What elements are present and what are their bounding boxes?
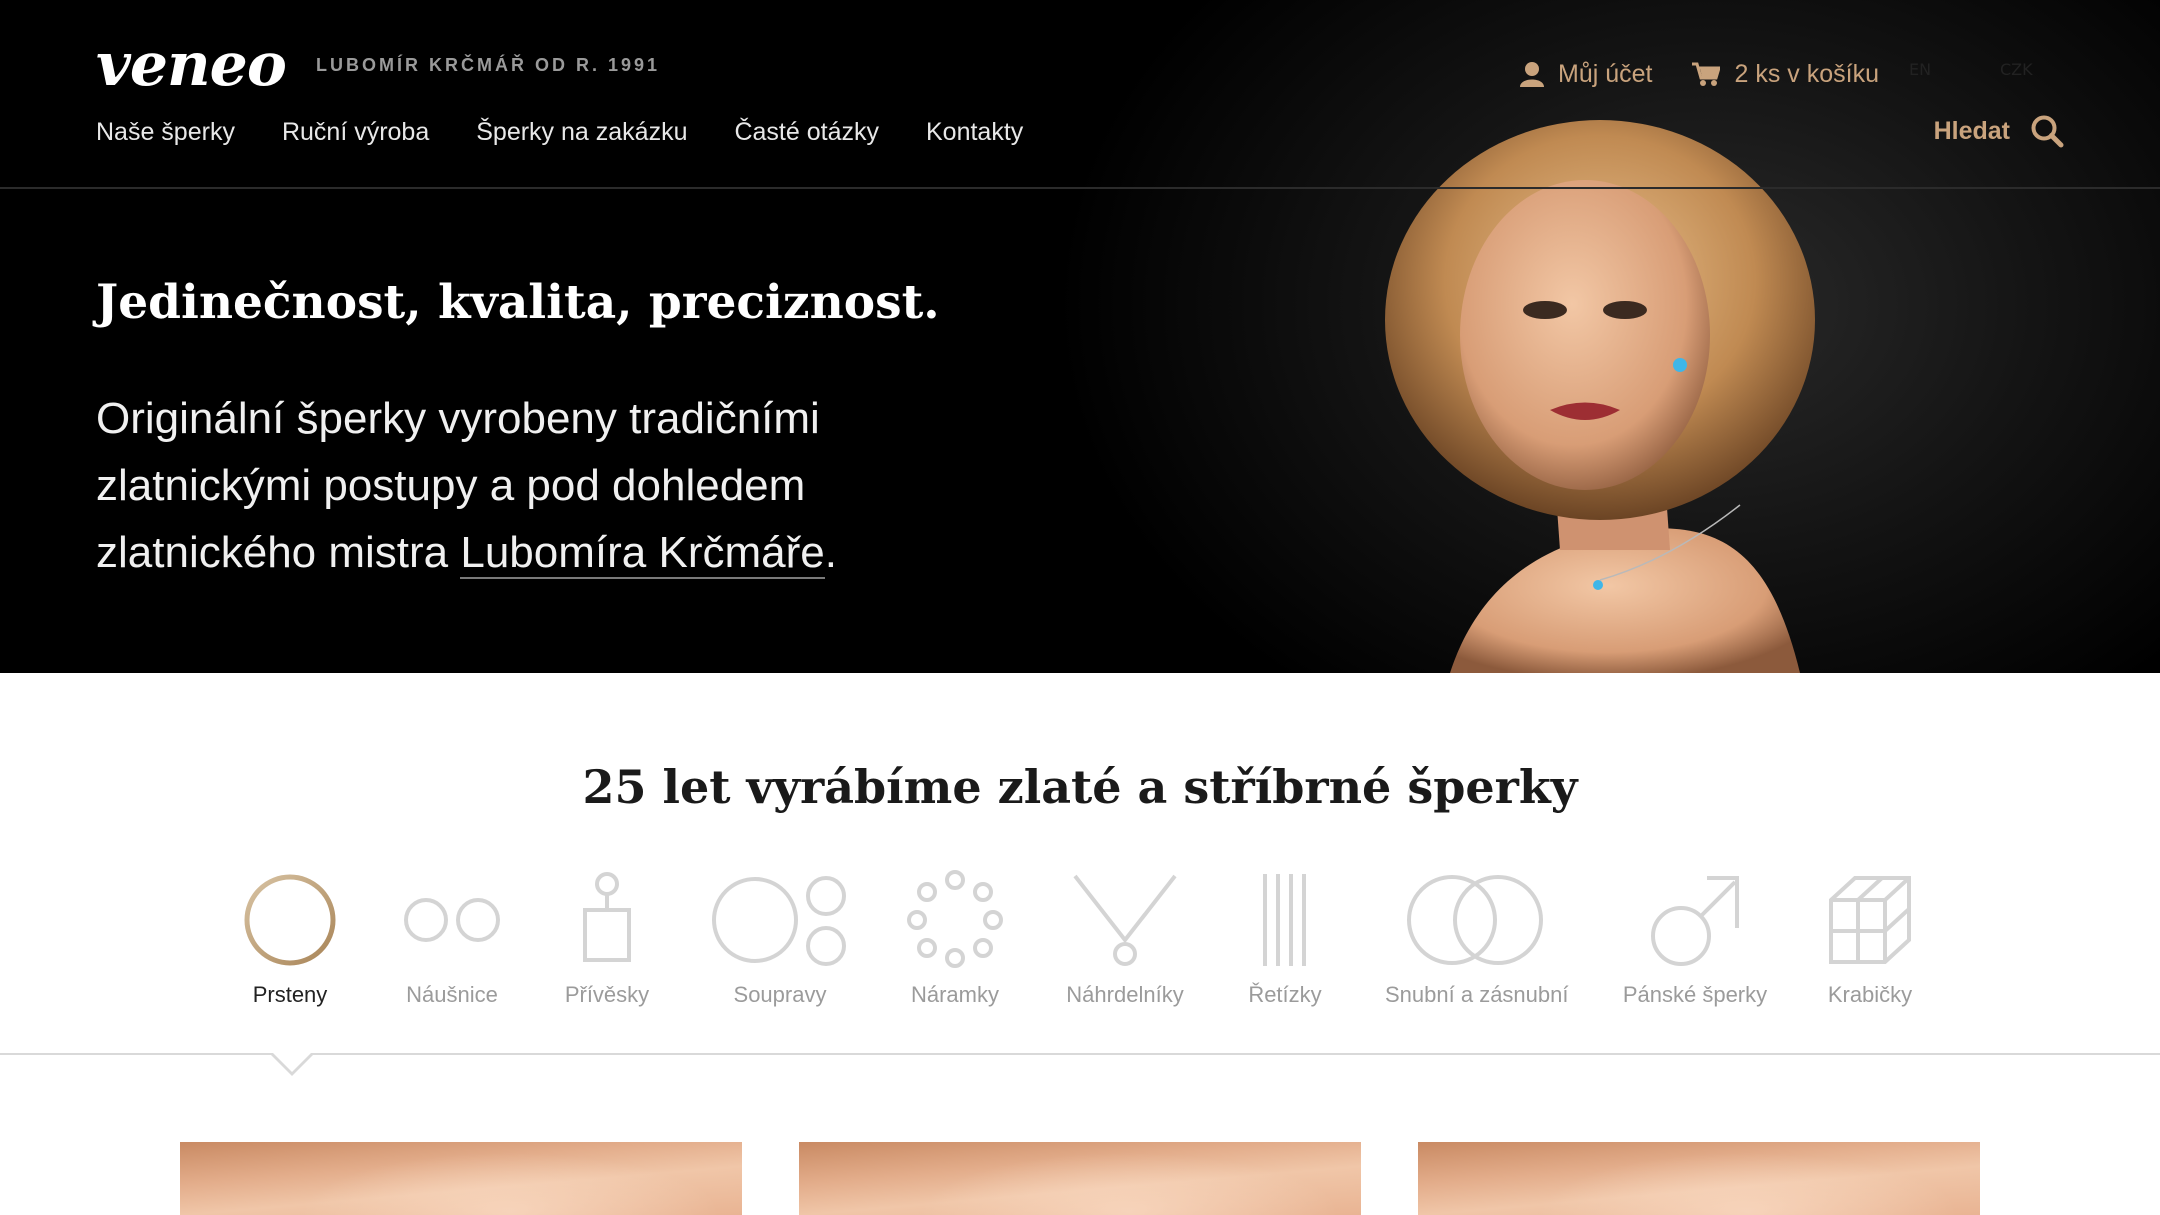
category-tab-nahrdelniky[interactable]: Náhrdelníky xyxy=(1055,870,1195,1008)
category-tab-prsteny[interactable]: Prsteny xyxy=(230,870,350,1008)
brand-logo[interactable]: veneo xyxy=(96,30,287,100)
category-label: Snubní a zásnubní xyxy=(1385,982,1569,1007)
category-label: Náušnice xyxy=(406,982,498,1007)
chain-icon xyxy=(1263,874,1306,966)
category-tab-nausnice[interactable]: Náušnice xyxy=(392,870,512,1008)
category-label: Krabičky xyxy=(1827,982,1913,1007)
language-value: EN xyxy=(1909,60,1932,79)
category-label: Řetízky xyxy=(1248,982,1322,1007)
mens-jewelry-icon xyxy=(1651,876,1739,966)
category-tab-panske[interactable]: Pánské šperky xyxy=(1615,870,1775,1008)
nav-item-sperky-na-zakazku[interactable]: Šperky na zakázku xyxy=(476,118,687,147)
active-tab-pointer-fill xyxy=(273,1053,311,1072)
cart-link[interactable]: 2 ks v košíku xyxy=(1692,60,1879,89)
user-icon xyxy=(1520,62,1544,87)
category-label: Pánské šperky xyxy=(1622,982,1768,1007)
section-title: 25 let vyrábíme zlaté a stříbrné šperky xyxy=(582,760,1578,814)
category-label: Soupravy xyxy=(733,982,827,1007)
category-label: Přívěsky xyxy=(564,982,650,1007)
search-icon xyxy=(2031,115,2064,148)
category-tab-krabicky[interactable]: Krabičky xyxy=(1815,870,1925,1008)
category-label: Náramky xyxy=(910,982,999,1007)
brand-tagline: LUBOMÍR KRČMÁŘ OD R. 1991 xyxy=(316,55,661,75)
category-label: Náhrdelníky xyxy=(1066,982,1184,1007)
header-divider xyxy=(0,187,2160,189)
category-tab-soupravy[interactable]: Soupravy xyxy=(710,870,850,1008)
category-tabs: Prsteny Náušnice Přívěsky Soupravy Náram… xyxy=(0,870,2160,1020)
hero-title: Jedinečnost, kvalita, preciznost. xyxy=(96,275,940,330)
product-card-image[interactable] xyxy=(1418,1142,1980,1215)
model-portrait-image xyxy=(1385,120,1815,673)
account-label: Můj účet xyxy=(1558,59,1653,88)
main-nav: Naše šperky Ruční výroba Šperky na zakáz… xyxy=(96,118,1070,147)
ring-icon xyxy=(244,874,336,966)
nav-item-rucni-vyroba[interactable]: Ruční výroba xyxy=(282,118,429,147)
wedding-rings-icon xyxy=(1407,875,1543,965)
earrings-icon xyxy=(404,898,500,942)
master-link[interactable]: Lubomíra Krčmáře xyxy=(460,528,825,579)
currency-value: CZK xyxy=(2000,60,2033,79)
category-tab-retizky[interactable]: Řetízky xyxy=(1235,870,1335,1008)
category-tab-naramky[interactable]: Náramky xyxy=(905,870,1005,1008)
bracelet-icon xyxy=(907,870,1003,968)
nav-item-kontakty[interactable]: Kontakty xyxy=(926,118,1023,147)
currency-select[interactable]: CZK xyxy=(2000,60,2033,79)
category-label: Prsteny xyxy=(252,982,328,1007)
hero-description: Originální šperky vyrobeny tradičními zl… xyxy=(96,385,896,586)
necklace-icon xyxy=(1073,874,1177,966)
product-card-image[interactable] xyxy=(180,1142,742,1215)
pendant-icon xyxy=(583,872,631,962)
category-tab-privesky[interactable]: Přívěsky xyxy=(557,870,657,1008)
nav-item-nase-sperky[interactable]: Naše šperky xyxy=(96,118,235,147)
nav-item-caste-otazky[interactable]: Časté otázky xyxy=(734,118,879,147)
search-toggle[interactable]: Hledat xyxy=(1934,114,2064,148)
category-divider xyxy=(0,1053,2160,1055)
hero-banner: veneo LUBOMÍR KRČMÁŘ OD R. 1991 Můj účet… xyxy=(0,0,2160,673)
box-icon xyxy=(1829,876,1911,964)
account-link[interactable]: Můj účet xyxy=(1520,60,1652,89)
category-tab-snubni[interactable]: Snubní a zásnubní xyxy=(1385,870,1569,1008)
product-card-image[interactable] xyxy=(799,1142,1361,1215)
cart-label: 2 ks v košíku xyxy=(1734,59,1879,88)
top-utility-nav: Můj účet 2 ks v košíku xyxy=(1520,56,1919,92)
cart-icon xyxy=(1692,62,1721,86)
set-icon xyxy=(712,876,846,966)
search-label: Hledat xyxy=(1933,116,2010,145)
language-select[interactable]: EN xyxy=(1909,60,1931,79)
hero-text-after: . xyxy=(824,528,837,577)
